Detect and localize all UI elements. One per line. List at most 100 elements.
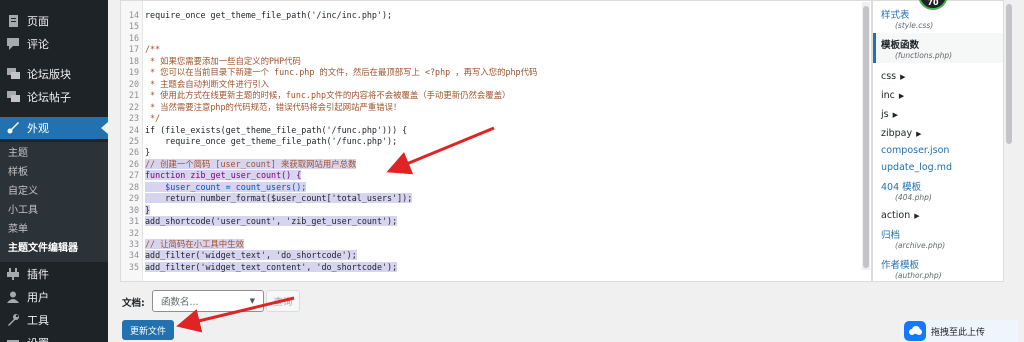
- line-number: 28: [128, 181, 139, 192]
- line-number: 34: [128, 250, 139, 261]
- sidebar-item-comments[interactable]: 评论: [0, 33, 108, 55]
- file-name: update_log.md: [881, 162, 953, 173]
- file-item-functions[interactable]: 模板函数 (functions.php): [873, 33, 1003, 63]
- submenu-item-widgets[interactable]: 小工具: [8, 203, 38, 219]
- file-item-author[interactable]: 作者模板 (author.php): [881, 257, 1001, 280]
- code-line: 22 * 当然需要注意php的代码规范，错误代码将会引起网站严重错误！: [121, 102, 861, 113]
- file-path: (author.php): [895, 271, 942, 280]
- code-text: * 当然需要注意php的代码规范，错误代码将会引起网站严重错误！: [145, 101, 402, 112]
- submenu-item-menus[interactable]: 菜单: [8, 222, 28, 238]
- file-item-composer[interactable]: composer.json: [881, 145, 1001, 156]
- sidebar-item-label: 工具: [27, 314, 49, 327]
- file-item-update-log[interactable]: update_log.md: [881, 162, 1001, 173]
- folder-js[interactable]: js ▶: [881, 109, 898, 120]
- code-text: add_filter('widget_text_content', 'do_sh…: [145, 261, 398, 272]
- file-path: (functions.php): [895, 51, 953, 60]
- code-line: 34 add_filter('widget_text', 'do_shortcod…: [121, 250, 861, 261]
- code-text: function zib_get_user_count() {: [145, 170, 302, 181]
- file-item-archive[interactable]: 归档 (archive.php): [881, 227, 1001, 250]
- sidebar-item-users[interactable]: 用户: [0, 286, 108, 308]
- lookup-button[interactable]: 查询: [266, 290, 300, 312]
- line-number: 35: [128, 261, 139, 272]
- line-number: 24: [128, 124, 139, 135]
- comment-icon: [6, 37, 20, 51]
- code-line: 15: [121, 21, 861, 32]
- code-line: 27 function zib_get_user_count() {: [121, 170, 861, 181]
- sidebar-item-forums[interactable]: 论坛版块: [0, 63, 108, 85]
- code-line: 14 require_once get_theme_file_path('/inc…: [121, 10, 861, 21]
- code-text: add_shortcode('user_count', 'zib_get_use…: [145, 216, 398, 227]
- code-line: 19 * 您可以在当前目录下新建一个 func.php 的文件，然后在最顶部写上…: [121, 67, 861, 78]
- sidebar-item-topics[interactable]: 论坛帖子: [0, 86, 108, 108]
- folder-name: action: [881, 210, 911, 221]
- code-line: 16: [121, 33, 861, 44]
- code-text: $user_count = count_users();: [145, 181, 307, 192]
- line-number: 18: [128, 55, 139, 66]
- code-text: if (file_exists(get_theme_file_path('/fu…: [145, 124, 408, 135]
- line-number: 27: [128, 170, 139, 181]
- settings-icon: [6, 336, 20, 342]
- file-path: (archive.php): [895, 241, 946, 250]
- plugin-icon: [6, 267, 20, 281]
- sidebar-item-settings[interactable]: 设置: [0, 332, 108, 342]
- file-list-scrollbar[interactable]: [1004, 2, 1014, 282]
- file-name: 作者模板: [881, 260, 920, 271]
- line-number: 20: [128, 78, 139, 89]
- sidebar-item-label: 评论: [27, 38, 49, 51]
- folder-css[interactable]: css ▶: [881, 71, 906, 82]
- submenu-item-theme-file-editor[interactable]: 主题文件编辑器: [8, 241, 78, 257]
- editor-scrollbar-thumb[interactable]: [863, 6, 869, 268]
- sidebar-item-label: 论坛版块: [27, 68, 71, 81]
- submenu-item-themes[interactable]: 主题: [8, 146, 28, 162]
- update-file-button[interactable]: 更新文件: [122, 320, 174, 340]
- documentation-function-select[interactable]: 函数名... ▼: [152, 290, 264, 312]
- submenu-item-patterns[interactable]: 样板: [8, 165, 28, 181]
- line-number: 22: [128, 101, 139, 112]
- submenu-item-customize[interactable]: 自定义: [8, 184, 38, 200]
- appearance-submenu: 主题 样板 自定义 小工具 菜单 主题文件编辑器: [0, 142, 108, 262]
- line-number: 32: [128, 227, 139, 238]
- file-item-style[interactable]: 样式表 (style.css): [881, 7, 1001, 30]
- sidebar-item-appearance[interactable]: 外观: [0, 117, 108, 139]
- drag-upload-chip[interactable]: 拖拽至此上传: [900, 320, 1018, 342]
- code-text: * 主题会自动判断文件进行引入: [145, 78, 270, 89]
- code-text: /**: [145, 44, 161, 55]
- sidebar-item-label: 页面: [27, 15, 49, 28]
- expand-arrow-icon: ▶: [900, 73, 906, 81]
- code-line: 32: [121, 228, 861, 239]
- code-line: 24 if (file_exists(get_theme_file_path('/…: [121, 125, 861, 136]
- sidebar-item-pages[interactable]: 页面: [0, 10, 108, 32]
- line-number: 19: [128, 67, 139, 78]
- code-line: 21 * 使用此方式在线更新主题的时候，func.php文件的内容将不会被覆盖（…: [121, 90, 861, 101]
- file-name: composer.json: [881, 145, 950, 156]
- chevron-down-icon: ▼: [249, 297, 255, 305]
- code-editor[interactable]: 14 require_once get_theme_file_path('/inc…: [120, 0, 872, 282]
- line-number: 25: [128, 135, 139, 146]
- file-path: (style.css): [895, 21, 934, 30]
- file-list-scrollbar-thumb[interactable]: [1006, 4, 1012, 144]
- file-name: 模板函数: [881, 40, 920, 51]
- code-text: */: [145, 113, 161, 124]
- line-number: 26: [128, 158, 139, 169]
- folder-action[interactable]: action ▶: [881, 210, 920, 221]
- code-text: require_once get_theme_file_path('/inc/i…: [145, 10, 393, 20]
- editor-scrollbar[interactable]: [862, 2, 870, 270]
- code-line: 29 return number_format($user_count['tot…: [121, 193, 861, 204]
- page-icon: [6, 14, 20, 28]
- sidebar-item-plugins[interactable]: 插件: [0, 263, 108, 285]
- sidebar-item-tools[interactable]: 工具: [0, 309, 108, 331]
- theme-files-list: 样式表 (style.css) 模板函数 (functions.php) css…: [872, 0, 1004, 282]
- topic-icon: [6, 90, 20, 104]
- forum-icon: [6, 67, 20, 81]
- folder-zibpay[interactable]: zibpay ▶: [881, 128, 922, 139]
- file-item-404[interactable]: 404 模板 (404.php): [881, 179, 1001, 202]
- folder-inc[interactable]: inc ▶: [881, 90, 904, 101]
- line-number: 23: [128, 113, 139, 124]
- code-text: add_filter('widget_text', 'do_shortcode'…: [145, 250, 357, 261]
- line-number: 16: [128, 32, 139, 43]
- line-number: 29: [128, 193, 139, 204]
- code-line: 28 $user_count = count_users();: [121, 181, 861, 193]
- code-line: 25 require_once get_theme_file_path('/fu…: [121, 136, 861, 147]
- brush-icon: [6, 121, 20, 135]
- cloud-upload-icon: [904, 321, 926, 341]
